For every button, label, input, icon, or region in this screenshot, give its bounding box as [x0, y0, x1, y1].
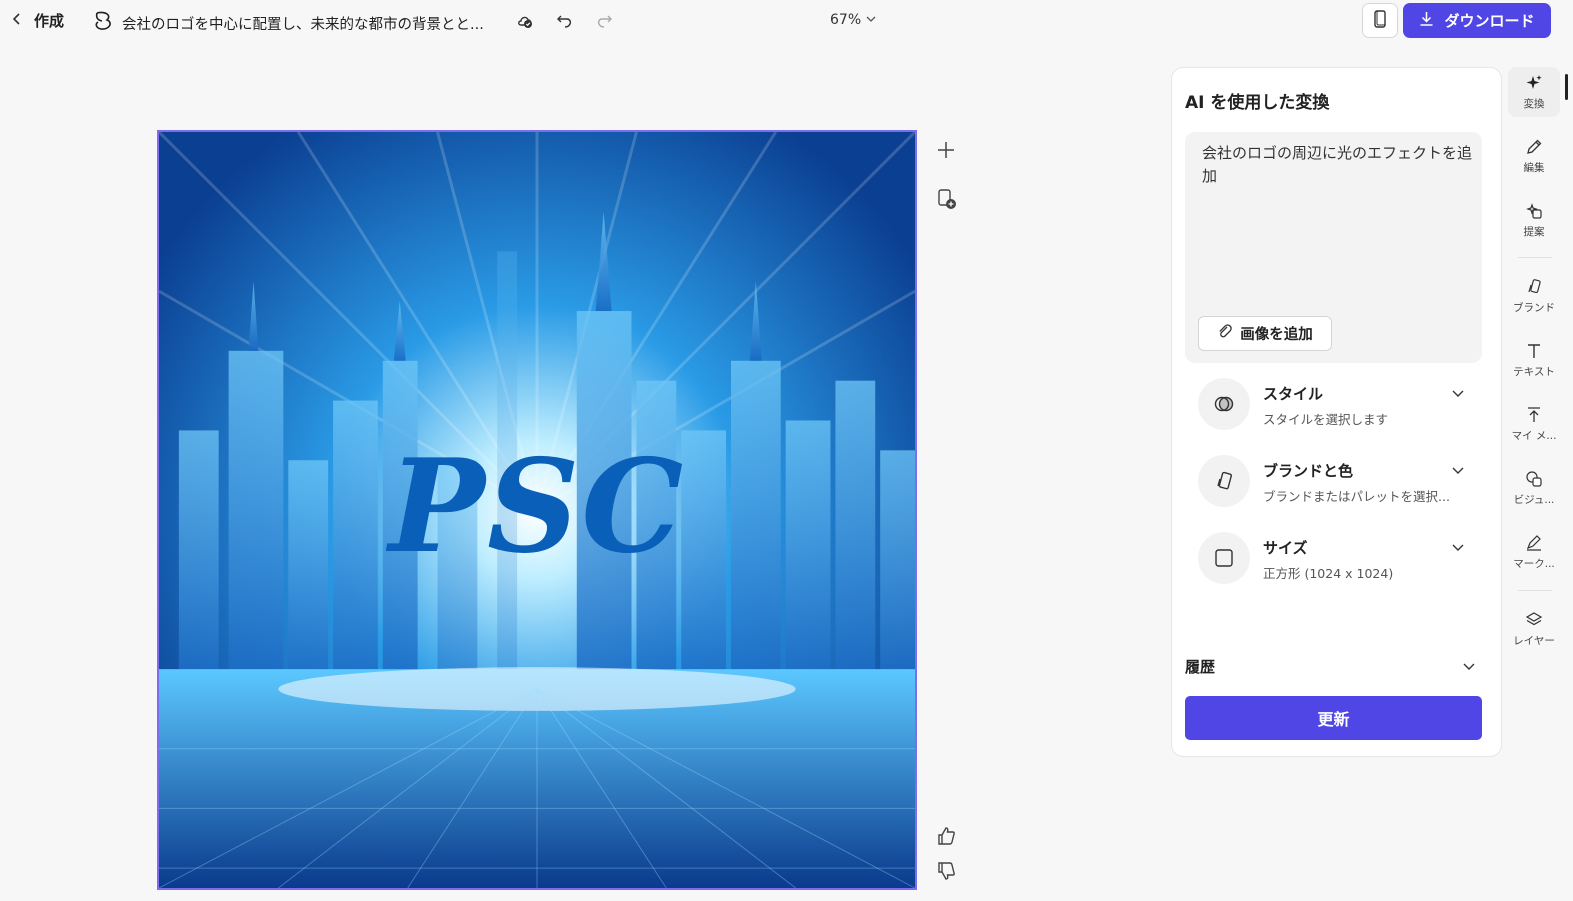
rail-edit[interactable]: 編集	[1508, 131, 1560, 181]
size-value: 正方形 (1024 x 1024)	[1263, 566, 1394, 581]
undo-icon[interactable]	[554, 10, 576, 32]
rail-my-media[interactable]: マイ メ...	[1508, 399, 1560, 449]
brand-icon	[1198, 455, 1250, 507]
square-icon	[1198, 532, 1250, 584]
back-button[interactable]: 作成	[10, 10, 64, 31]
rail-suggest[interactable]: 提案	[1508, 195, 1560, 245]
download-label: ダウンロード	[1444, 12, 1535, 30]
size-label: サイズ	[1263, 539, 1308, 557]
add-image-label: 画像を追加	[1240, 327, 1313, 343]
document-title-text: 会社のロゴを中心に配置し、未来的な都市の背景とと...	[122, 16, 484, 33]
upload-icon	[1528, 407, 1540, 422]
redo-icon[interactable]	[593, 10, 615, 32]
chevron-down-icon	[1452, 544, 1464, 551]
paperclip-icon	[1217, 324, 1233, 343]
chevron-down-icon	[866, 12, 876, 28]
chevron-down-icon	[1452, 467, 1464, 474]
update-button[interactable]: 更新	[1185, 696, 1482, 740]
add-page-icon[interactable]	[933, 186, 959, 212]
chevron-left-icon	[10, 12, 24, 30]
markup-icon	[1526, 535, 1541, 551]
thumbs-down-icon[interactable]	[933, 858, 959, 884]
download-icon	[1419, 11, 1434, 30]
rail-layers[interactable]: レイヤー	[1508, 604, 1560, 654]
history-toggle[interactable]: 履歴	[1185, 656, 1215, 677]
ai-transform-panel: AI を使用した変換 会社のロゴの周辺に光のエフェクトを追加 画像を追加 スタイ…	[1171, 67, 1502, 757]
layers-icon	[1525, 612, 1543, 626]
visual-icon	[1526, 471, 1542, 487]
thumbs-up-icon[interactable]	[933, 823, 959, 849]
style-option[interactable]: スタイル スタイルを選択します	[1198, 378, 1473, 434]
download-button[interactable]: ダウンロード	[1403, 3, 1551, 38]
rail-label: テキスト	[1513, 366, 1555, 378]
cloud-saved-icon[interactable]	[514, 10, 536, 32]
rail-transform[interactable]: 変換	[1508, 67, 1560, 117]
rail-text[interactable]: テキスト	[1508, 335, 1560, 385]
suggest-icon	[1526, 203, 1542, 219]
company-logo-text: PSC	[388, 432, 686, 582]
document-title[interactable]: 会社のロゴを中心に配置し、未来的な都市の背景とと...	[92, 9, 484, 37]
style-label: スタイル	[1263, 385, 1324, 403]
rail-markup[interactable]: マーク...	[1508, 527, 1560, 577]
brand-color-value: ブランドまたはパレットを選択...	[1263, 489, 1450, 504]
rail-visuals[interactable]: ビジュ...	[1508, 463, 1560, 513]
rail-label: マイ メ...	[1511, 430, 1557, 442]
rail-label: レイヤー	[1513, 635, 1555, 647]
add-image-button[interactable]: 画像を追加	[1198, 316, 1332, 351]
zoom-dropdown[interactable]: 67%	[830, 12, 876, 28]
rail-divider	[1518, 590, 1552, 591]
brand-color-option[interactable]: ブランドと色 ブランドまたはパレットを選択...	[1198, 455, 1473, 511]
sparkle-icon	[1526, 75, 1542, 89]
generated-image[interactable]: PSC	[157, 130, 917, 890]
rail-label: マーク...	[1513, 558, 1555, 570]
brand-icon	[1528, 279, 1541, 294]
chevron-down-icon	[1452, 390, 1464, 397]
top-bar: 作成 会社のロゴを中心に配置し、未来的な都市の背景とと... 67% ダウンロー…	[0, 0, 1573, 44]
chevron-down-icon[interactable]	[1462, 659, 1476, 673]
rail-label: 変換	[1523, 98, 1545, 110]
prompt-text[interactable]: 会社のロゴの周辺に光のエフェクトを追加	[1202, 142, 1472, 188]
rail-label: ビジュ...	[1513, 494, 1555, 506]
prompt-input[interactable]: 会社のロゴの周辺に光のエフェクトを追加 画像を追加	[1185, 132, 1482, 363]
rail-divider	[1518, 257, 1552, 258]
rail-label: 提案	[1523, 226, 1545, 238]
back-label: 作成	[34, 12, 65, 30]
text-icon	[1528, 344, 1540, 358]
rail-label: ブランド	[1513, 302, 1555, 314]
style-value: スタイルを選択します	[1263, 412, 1389, 427]
active-indicator	[1565, 74, 1568, 100]
panel-title: AI を使用した変換	[1185, 93, 1330, 113]
rail-brand[interactable]: ブランド	[1508, 271, 1560, 321]
rail-label: 編集	[1523, 162, 1545, 174]
zoom-value: 67%	[830, 12, 862, 28]
device-preview-button[interactable]	[1362, 3, 1398, 38]
brand-color-label: ブランドと色	[1263, 462, 1354, 480]
add-icon[interactable]	[933, 137, 959, 163]
size-option[interactable]: サイズ 正方形 (1024 x 1024)	[1198, 532, 1473, 588]
style-icon	[1198, 378, 1250, 430]
phone-icon	[1372, 9, 1388, 32]
pencil-icon	[1527, 139, 1542, 154]
designer-logo-icon	[92, 9, 116, 37]
